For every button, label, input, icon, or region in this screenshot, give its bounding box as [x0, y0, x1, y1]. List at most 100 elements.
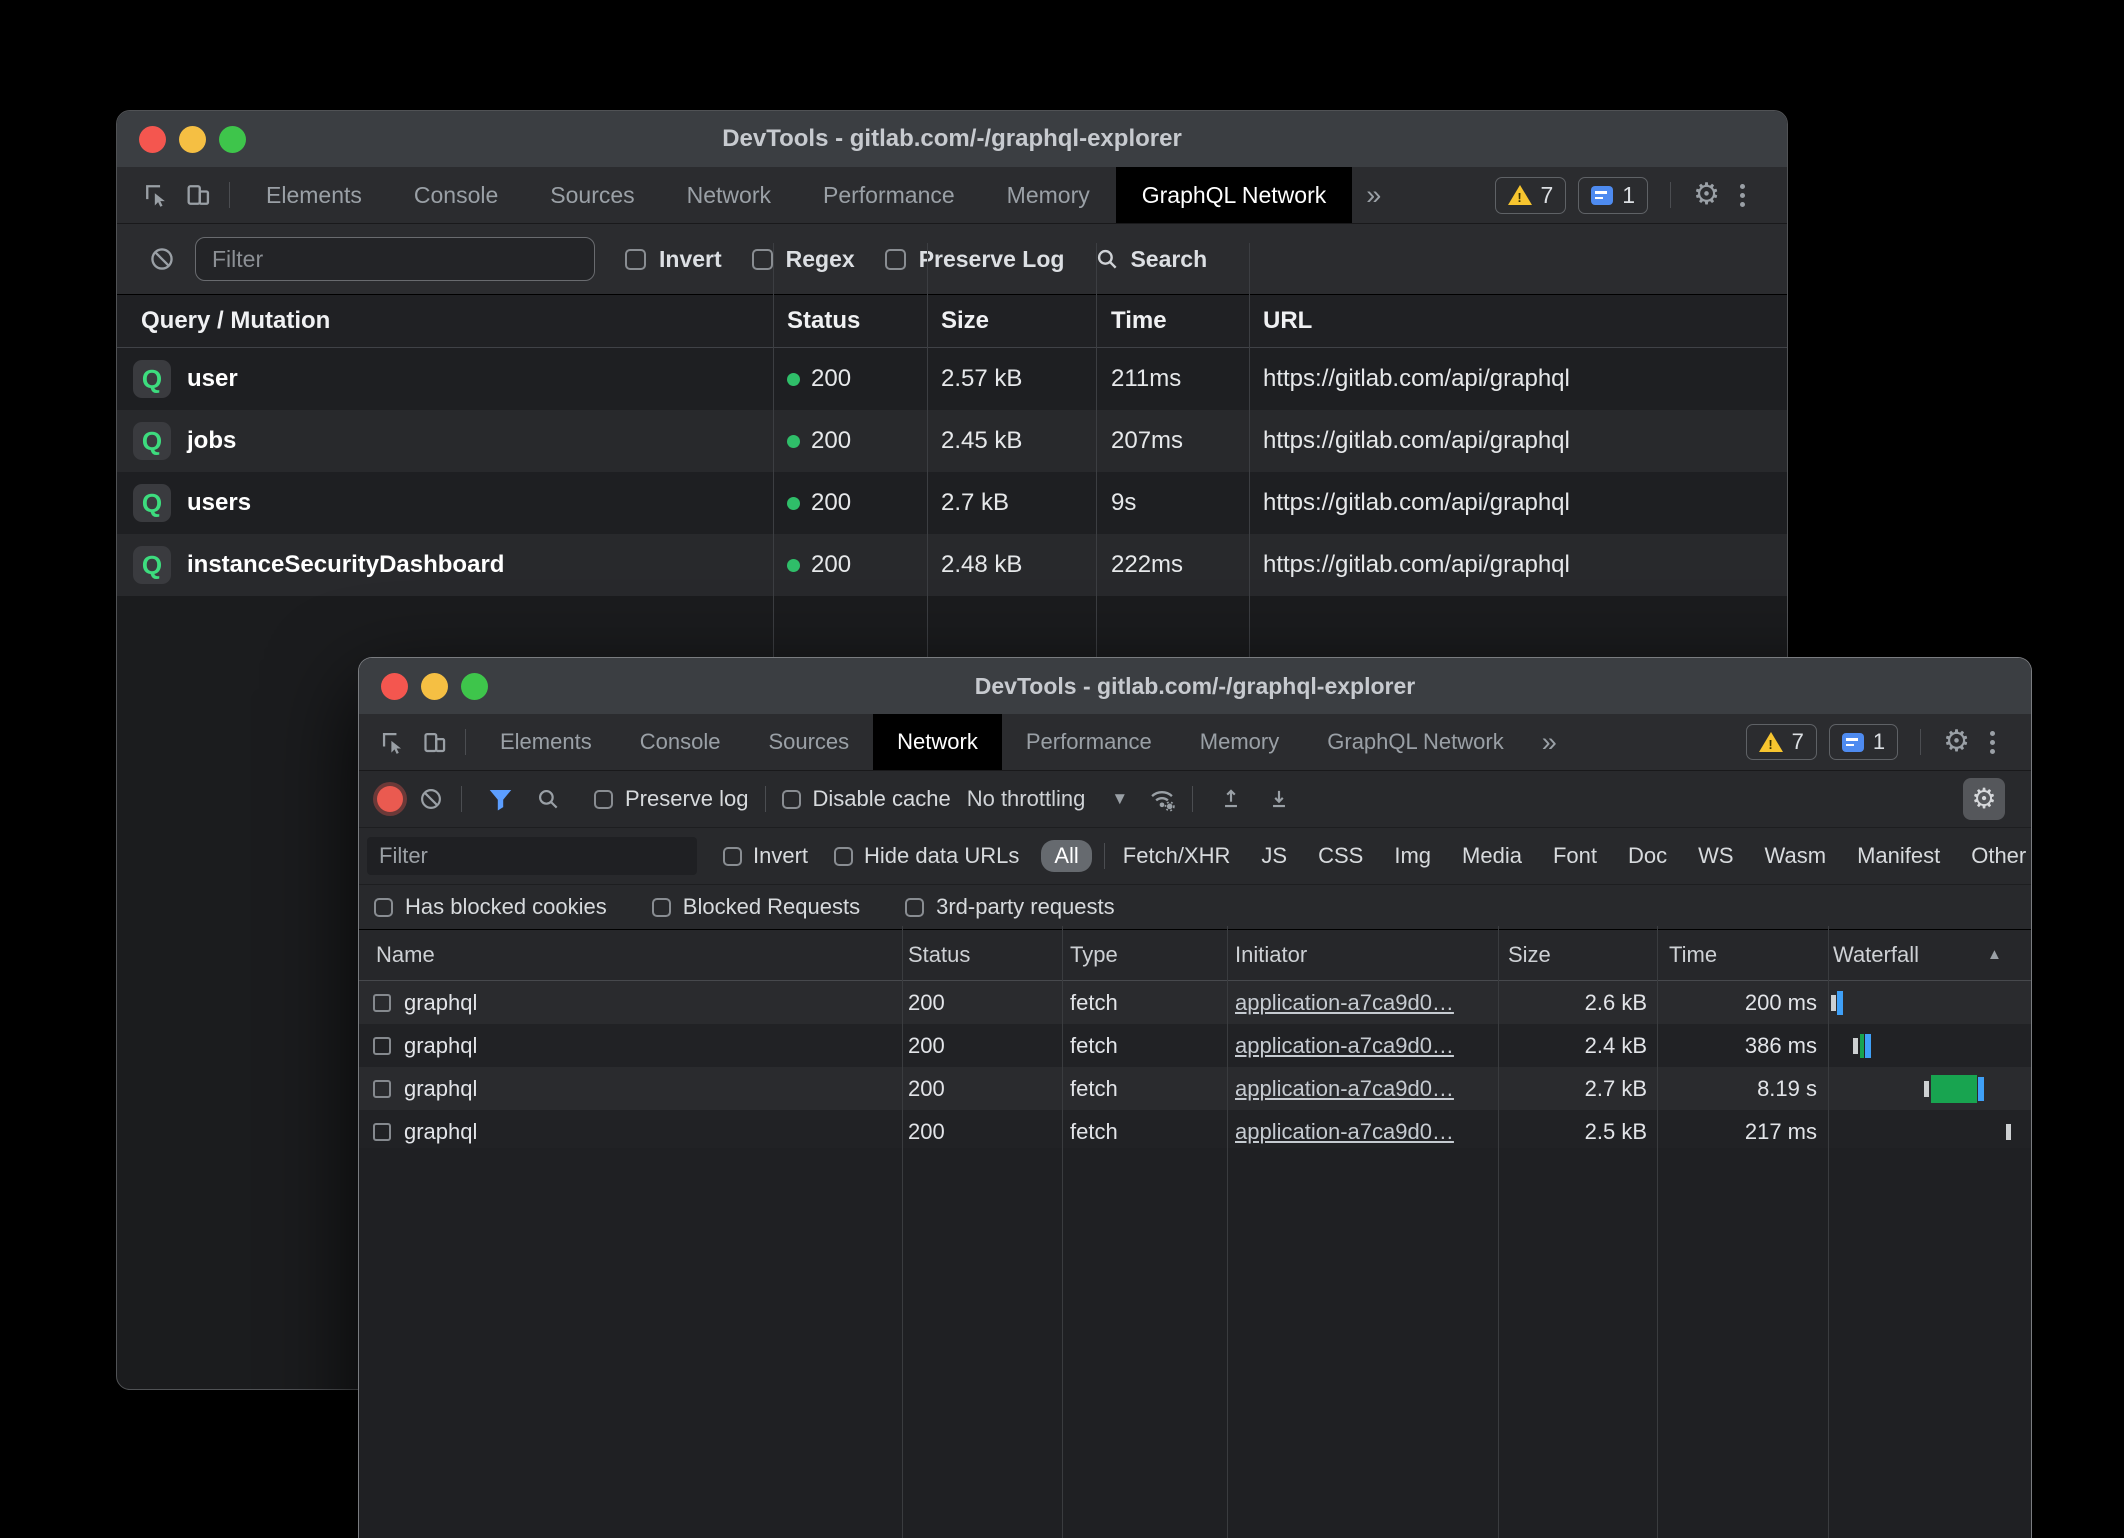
checkbox[interactable] [905, 898, 924, 917]
col-status[interactable]: Status [787, 295, 860, 347]
column-divider[interactable] [1096, 243, 1097, 663]
col-time[interactable]: Time [1669, 930, 1717, 980]
preserve-log-checkbox[interactable]: Preserve log [594, 786, 749, 812]
tab-performance[interactable]: Performance [1002, 714, 1176, 770]
device-toolbar-icon[interactable] [413, 721, 455, 763]
table-row[interactable]: graphql 200 fetch application-a7ca9d0… 2… [359, 1024, 2031, 1067]
type-filter-css[interactable]: CSS [1318, 843, 1363, 869]
search-icon[interactable] [528, 779, 568, 819]
row-checkbox[interactable] [373, 1080, 391, 1098]
type-filter-manifest[interactable]: Manifest [1857, 843, 1940, 869]
tab-graphql-network[interactable]: GraphQL Network [1303, 714, 1527, 770]
settings-gear-icon[interactable]: ⚙ [1693, 180, 1720, 210]
warnings-badge[interactable]: ! 7 [1746, 724, 1817, 760]
initiator-link[interactable]: application-a7ca9d0… [1235, 1024, 1454, 1067]
preserve-log-checkbox[interactable]: Preserve Log [885, 246, 1065, 273]
invert-checkbox[interactable]: Invert [723, 843, 808, 869]
tab-network[interactable]: Network [661, 167, 797, 223]
third-party-requests-checkbox[interactable]: 3rd-party requests [905, 894, 1115, 920]
column-divider[interactable] [773, 243, 774, 663]
column-divider[interactable] [1062, 926, 1063, 1538]
zoom-button[interactable] [219, 126, 246, 153]
initiator-link[interactable]: application-a7ca9d0… [1235, 1110, 1454, 1153]
filter-funnel-icon[interactable] [480, 779, 520, 819]
checkbox[interactable] [834, 847, 853, 866]
clear-icon[interactable] [411, 779, 451, 819]
col-waterfall[interactable]: Waterfall [1833, 930, 1919, 980]
warnings-badge[interactable]: ! 7 [1495, 177, 1567, 214]
import-har-icon[interactable] [1211, 779, 1251, 819]
close-button[interactable] [381, 673, 408, 700]
more-tabs-icon[interactable]: » [1528, 727, 1571, 758]
table-row[interactable]: graphql 200 fetch application-a7ca9d0… 2… [359, 981, 2031, 1024]
has-blocked-cookies-checkbox[interactable]: Has blocked cookies [374, 894, 607, 920]
column-divider[interactable] [1657, 926, 1658, 1538]
type-filter-fetch-xhr[interactable]: Fetch/XHR [1123, 843, 1231, 869]
table-row[interactable]: Q jobs 200 2.45 kB 207ms https://gitlab.… [117, 410, 1787, 472]
col-status[interactable]: Status [908, 930, 970, 980]
column-divider[interactable] [1498, 926, 1499, 1538]
col-query-mutation[interactable]: Query / Mutation [141, 295, 330, 347]
regex-checkbox[interactable]: Regex [752, 246, 855, 273]
minimize-button[interactable] [179, 126, 206, 153]
invert-checkbox[interactable]: Invert [625, 246, 722, 273]
type-filter-js[interactable]: JS [1261, 843, 1287, 869]
table-row[interactable]: graphql 200 fetch application-a7ca9d0… 2… [359, 1110, 2031, 1153]
blocked-requests-checkbox[interactable]: Blocked Requests [652, 894, 860, 920]
settings-gear-icon[interactable]: ⚙ [1943, 727, 1970, 757]
col-size[interactable]: Size [1508, 930, 1551, 980]
column-divider[interactable] [1249, 243, 1250, 663]
row-checkbox[interactable] [373, 994, 391, 1012]
type-filter-media[interactable]: Media [1462, 843, 1522, 869]
column-divider[interactable] [1227, 926, 1228, 1538]
initiator-link[interactable]: application-a7ca9d0… [1235, 1067, 1454, 1110]
title-bar[interactable]: DevTools - gitlab.com/-/graphql-explorer [117, 111, 1787, 167]
table-row[interactable]: Q user 200 2.57 kB 211ms https://gitlab.… [117, 348, 1787, 410]
tab-console[interactable]: Console [388, 167, 524, 223]
table-row[interactable]: Q instanceSecurityDashboard 200 2.48 kB … [117, 534, 1787, 596]
filter-input[interactable] [195, 237, 595, 281]
checkbox[interactable] [782, 790, 801, 809]
close-button[interactable] [139, 126, 166, 153]
initiator-link[interactable]: application-a7ca9d0… [1235, 981, 1454, 1024]
type-filter-doc[interactable]: Doc [1628, 843, 1667, 869]
type-filter-font[interactable]: Font [1553, 843, 1597, 869]
inspect-element-icon[interactable] [135, 174, 177, 216]
tab-memory[interactable]: Memory [1176, 714, 1303, 770]
network-conditions-icon[interactable] [1142, 779, 1182, 819]
export-har-icon[interactable] [1259, 779, 1299, 819]
col-type[interactable]: Type [1070, 930, 1118, 980]
tab-performance[interactable]: Performance [797, 167, 981, 223]
column-divider[interactable] [902, 926, 903, 1538]
kebab-menu-icon[interactable] [1982, 731, 2003, 754]
col-name[interactable]: Name [376, 930, 435, 980]
hide-data-urls-checkbox[interactable]: Hide data URLs [834, 843, 1019, 869]
tab-console[interactable]: Console [616, 714, 745, 770]
tab-elements[interactable]: Elements [476, 714, 616, 770]
disable-cache-checkbox[interactable]: Disable cache [782, 786, 951, 812]
col-time[interactable]: Time [1111, 295, 1167, 347]
type-filter-img[interactable]: Img [1394, 843, 1431, 869]
checkbox[interactable] [885, 249, 906, 270]
tab-elements[interactable]: Elements [240, 167, 388, 223]
column-divider[interactable] [1828, 926, 1829, 1538]
zoom-button[interactable] [461, 673, 488, 700]
checkbox[interactable] [374, 898, 393, 917]
checkbox[interactable] [752, 249, 773, 270]
minimize-button[interactable] [421, 673, 448, 700]
column-divider[interactable] [927, 243, 928, 663]
title-bar[interactable]: DevTools - gitlab.com/-/graphql-explorer [359, 658, 2031, 714]
table-row[interactable]: Q users 200 2.7 kB 9s https://gitlab.com… [117, 472, 1787, 534]
col-size[interactable]: Size [941, 295, 989, 347]
inspect-element-icon[interactable] [371, 721, 413, 763]
tab-network[interactable]: Network [873, 714, 1002, 770]
tab-sources[interactable]: Sources [744, 714, 873, 770]
issues-badge[interactable]: 1 [1578, 177, 1648, 214]
tab-sources[interactable]: Sources [524, 167, 660, 223]
kebab-menu-icon[interactable] [1732, 184, 1753, 207]
type-filter-other[interactable]: Other [1971, 843, 2026, 869]
row-checkbox[interactable] [373, 1123, 391, 1141]
record-button[interactable] [377, 786, 403, 812]
tab-graphql-network[interactable]: GraphQL Network [1116, 167, 1353, 223]
more-tabs-icon[interactable]: » [1352, 180, 1395, 211]
